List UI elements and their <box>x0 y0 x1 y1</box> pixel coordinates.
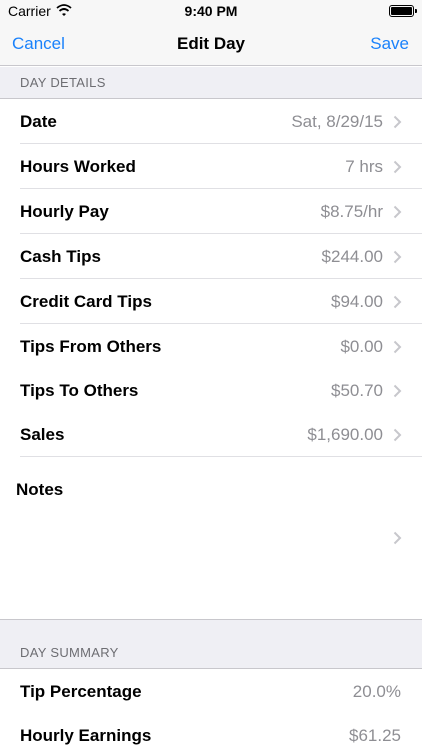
row-label: Tips To Others <box>20 381 139 400</box>
notes-label: Notes <box>16 480 64 499</box>
row-value: $244.00 <box>321 247 383 266</box>
row-tips-from-others[interactable]: Tips From Others $0.00 <box>0 324 422 369</box>
row-value: $50.70 <box>331 381 383 400</box>
chevron-right-icon <box>393 205 402 219</box>
row-label: Tips From Others <box>20 337 162 356</box>
row-tip-percentage: Tip Percentage 20.0% <box>0 669 422 714</box>
row-label: Credit Card Tips <box>20 292 152 311</box>
chevron-right-icon <box>393 340 402 354</box>
chevron-right-icon <box>393 160 402 174</box>
status-bar: Carrier 9:40 PM <box>0 0 422 22</box>
row-value: 20.0% <box>352 682 401 701</box>
battery-icon <box>389 5 417 17</box>
row-value: $1,690.00 <box>307 425 383 444</box>
row-credit-card-tips[interactable]: Credit Card Tips $94.00 <box>0 279 422 324</box>
row-label: Hourly Pay <box>20 202 109 221</box>
navigation-bar: Cancel Edit Day Save <box>0 22 422 66</box>
section-header-day-details: DAY DETAILS <box>0 67 422 99</box>
chevron-right-icon <box>393 428 402 442</box>
row-cash-tips[interactable]: Cash Tips $244.00 <box>0 234 422 279</box>
chevron-right-icon <box>393 250 402 264</box>
chevron-right-icon <box>393 384 402 398</box>
row-sales[interactable]: Sales $1,690.00 <box>0 412 422 457</box>
notes-cell[interactable]: Notes <box>0 457 422 619</box>
chevron-right-icon <box>393 115 402 129</box>
chevron-right-icon <box>393 295 402 309</box>
row-label: Hours Worked <box>20 157 136 176</box>
row-tips-to-others[interactable]: Tips To Others $50.70 <box>0 368 422 413</box>
save-button[interactable]: Save <box>370 34 409 54</box>
status-time: 9:40 PM <box>184 3 238 19</box>
section-header-label: DAY DETAILS <box>20 75 106 90</box>
row-value: $94.00 <box>331 292 383 311</box>
chevron-right-icon <box>393 531 402 545</box>
row-value: Sat, 8/29/15 <box>291 112 383 131</box>
row-value: $61.25 <box>349 726 401 745</box>
row-label: Hourly Earnings <box>20 726 152 745</box>
page-title: Edit Day <box>176 34 246 53</box>
row-label: Sales <box>20 425 65 444</box>
row-hourly-pay[interactable]: Hourly Pay $8.75/hr <box>0 189 422 234</box>
row-hours-worked[interactable]: Hours Worked 7 hrs <box>0 144 422 189</box>
section-header-day-summary: DAY SUMMARY <box>0 619 422 669</box>
section-header-label: DAY SUMMARY <box>20 645 119 660</box>
row-label: Tip Percentage <box>20 682 142 701</box>
row-value: $0.00 <box>340 337 383 356</box>
row-date[interactable]: Date Sat, 8/29/15 <box>0 99 422 144</box>
row-label: Date <box>20 112 57 131</box>
row-value: 7 hrs <box>345 157 383 176</box>
row-value: $8.75/hr <box>320 202 383 221</box>
row-label: Cash Tips <box>20 247 101 266</box>
row-hourly-earnings: Hourly Earnings $61.25 <box>0 713 422 750</box>
